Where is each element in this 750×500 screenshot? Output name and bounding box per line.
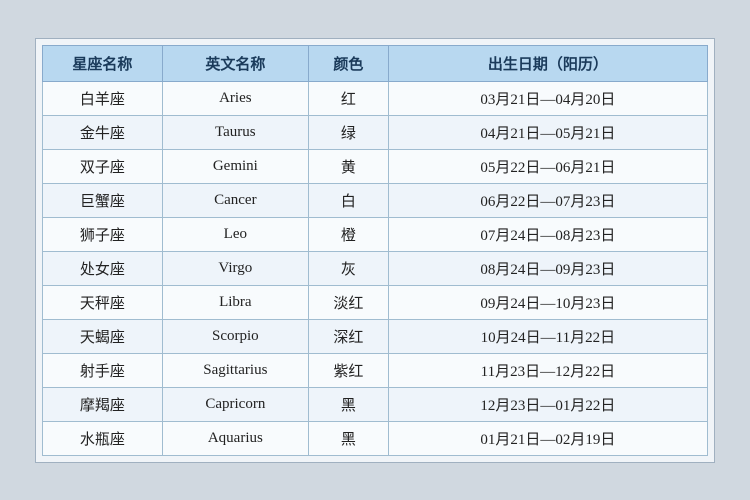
cell-date: 10月24日—11月22日: [388, 319, 707, 353]
cell-date: 08月24日—09月23日: [388, 251, 707, 285]
cell-color: 白: [308, 183, 388, 217]
table-body: 白羊座Aries红03月21日—04月20日金牛座Taurus绿04月21日—0…: [43, 81, 708, 455]
zodiac-table-container: 星座名称 英文名称 颜色 出生日期（阳历） 白羊座Aries红03月21日—04…: [35, 38, 715, 463]
table-row: 双子座Gemini黄05月22日—06月21日: [43, 149, 708, 183]
cell-english: Gemini: [162, 149, 308, 183]
cell-date: 09月24日—10月23日: [388, 285, 707, 319]
cell-english: Aquarius: [162, 421, 308, 455]
cell-date: 01月21日—02月19日: [388, 421, 707, 455]
cell-color: 深红: [308, 319, 388, 353]
cell-chinese: 白羊座: [43, 81, 163, 115]
table-row: 巨蟹座Cancer白06月22日—07月23日: [43, 183, 708, 217]
cell-color: 绿: [308, 115, 388, 149]
cell-chinese: 处女座: [43, 251, 163, 285]
table-row: 处女座Virgo灰08月24日—09月23日: [43, 251, 708, 285]
table-row: 摩羯座Capricorn黑12月23日—01月22日: [43, 387, 708, 421]
table-row: 水瓶座Aquarius黑01月21日—02月19日: [43, 421, 708, 455]
cell-color: 黑: [308, 421, 388, 455]
cell-english: Leo: [162, 217, 308, 251]
cell-english: Cancer: [162, 183, 308, 217]
table-row: 白羊座Aries红03月21日—04月20日: [43, 81, 708, 115]
header-english: 英文名称: [162, 45, 308, 81]
cell-english: Libra: [162, 285, 308, 319]
cell-english: Virgo: [162, 251, 308, 285]
cell-date: 06月22日—07月23日: [388, 183, 707, 217]
cell-color: 黑: [308, 387, 388, 421]
cell-color: 红: [308, 81, 388, 115]
cell-chinese: 天蝎座: [43, 319, 163, 353]
table-row: 狮子座Leo橙07月24日—08月23日: [43, 217, 708, 251]
cell-date: 11月23日—12月22日: [388, 353, 707, 387]
cell-date: 03月21日—04月20日: [388, 81, 707, 115]
cell-chinese: 天秤座: [43, 285, 163, 319]
cell-english: Scorpio: [162, 319, 308, 353]
header-color: 颜色: [308, 45, 388, 81]
cell-chinese: 双子座: [43, 149, 163, 183]
cell-english: Capricorn: [162, 387, 308, 421]
header-chinese: 星座名称: [43, 45, 163, 81]
cell-color: 淡红: [308, 285, 388, 319]
cell-chinese: 金牛座: [43, 115, 163, 149]
cell-english: Taurus: [162, 115, 308, 149]
cell-chinese: 水瓶座: [43, 421, 163, 455]
table-row: 射手座Sagittarius紫红11月23日—12月22日: [43, 353, 708, 387]
table-row: 天蝎座Scorpio深红10月24日—11月22日: [43, 319, 708, 353]
cell-english: Aries: [162, 81, 308, 115]
cell-date: 12月23日—01月22日: [388, 387, 707, 421]
table-header-row: 星座名称 英文名称 颜色 出生日期（阳历）: [43, 45, 708, 81]
cell-chinese: 射手座: [43, 353, 163, 387]
cell-color: 灰: [308, 251, 388, 285]
cell-english: Sagittarius: [162, 353, 308, 387]
zodiac-table: 星座名称 英文名称 颜色 出生日期（阳历） 白羊座Aries红03月21日—04…: [42, 45, 708, 456]
table-row: 金牛座Taurus绿04月21日—05月21日: [43, 115, 708, 149]
cell-date: 05月22日—06月21日: [388, 149, 707, 183]
header-date: 出生日期（阳历）: [388, 45, 707, 81]
cell-color: 橙: [308, 217, 388, 251]
cell-chinese: 狮子座: [43, 217, 163, 251]
cell-chinese: 摩羯座: [43, 387, 163, 421]
cell-date: 04月21日—05月21日: [388, 115, 707, 149]
table-row: 天秤座Libra淡红09月24日—10月23日: [43, 285, 708, 319]
cell-color: 黄: [308, 149, 388, 183]
cell-chinese: 巨蟹座: [43, 183, 163, 217]
cell-date: 07月24日—08月23日: [388, 217, 707, 251]
cell-color: 紫红: [308, 353, 388, 387]
